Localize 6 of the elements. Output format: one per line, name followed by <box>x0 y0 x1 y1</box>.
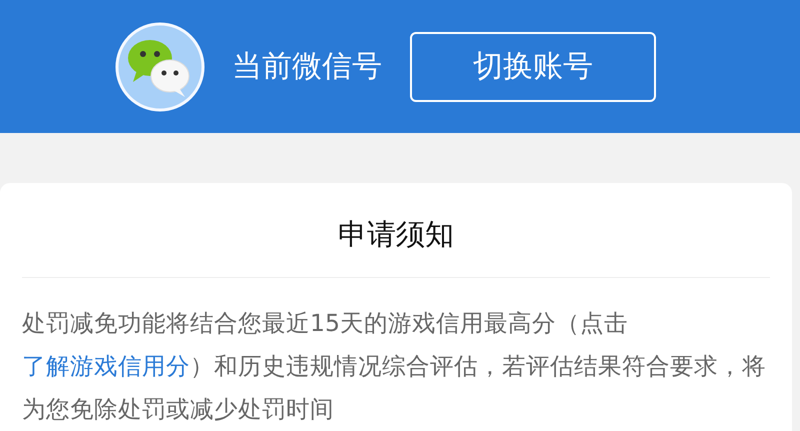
notice-text: 处罚减免功能将结合您最近15天的游戏信用最高分（点击 了解游戏信用分）和历史违规情况综合评估，若评估结果符合要求，将为您免除处罚或减少处罚时间 <box>22 308 767 425</box>
credit-score-link[interactable]: 了解游戏信用分 <box>22 352 190 380</box>
notice-title: 申请须知 <box>337 216 455 253</box>
account-label: 当前微信号 <box>232 48 382 86</box>
switch-account-button[interactable]: 切换账号 <box>410 32 656 102</box>
chat-app-logo-icon <box>115 22 205 112</box>
